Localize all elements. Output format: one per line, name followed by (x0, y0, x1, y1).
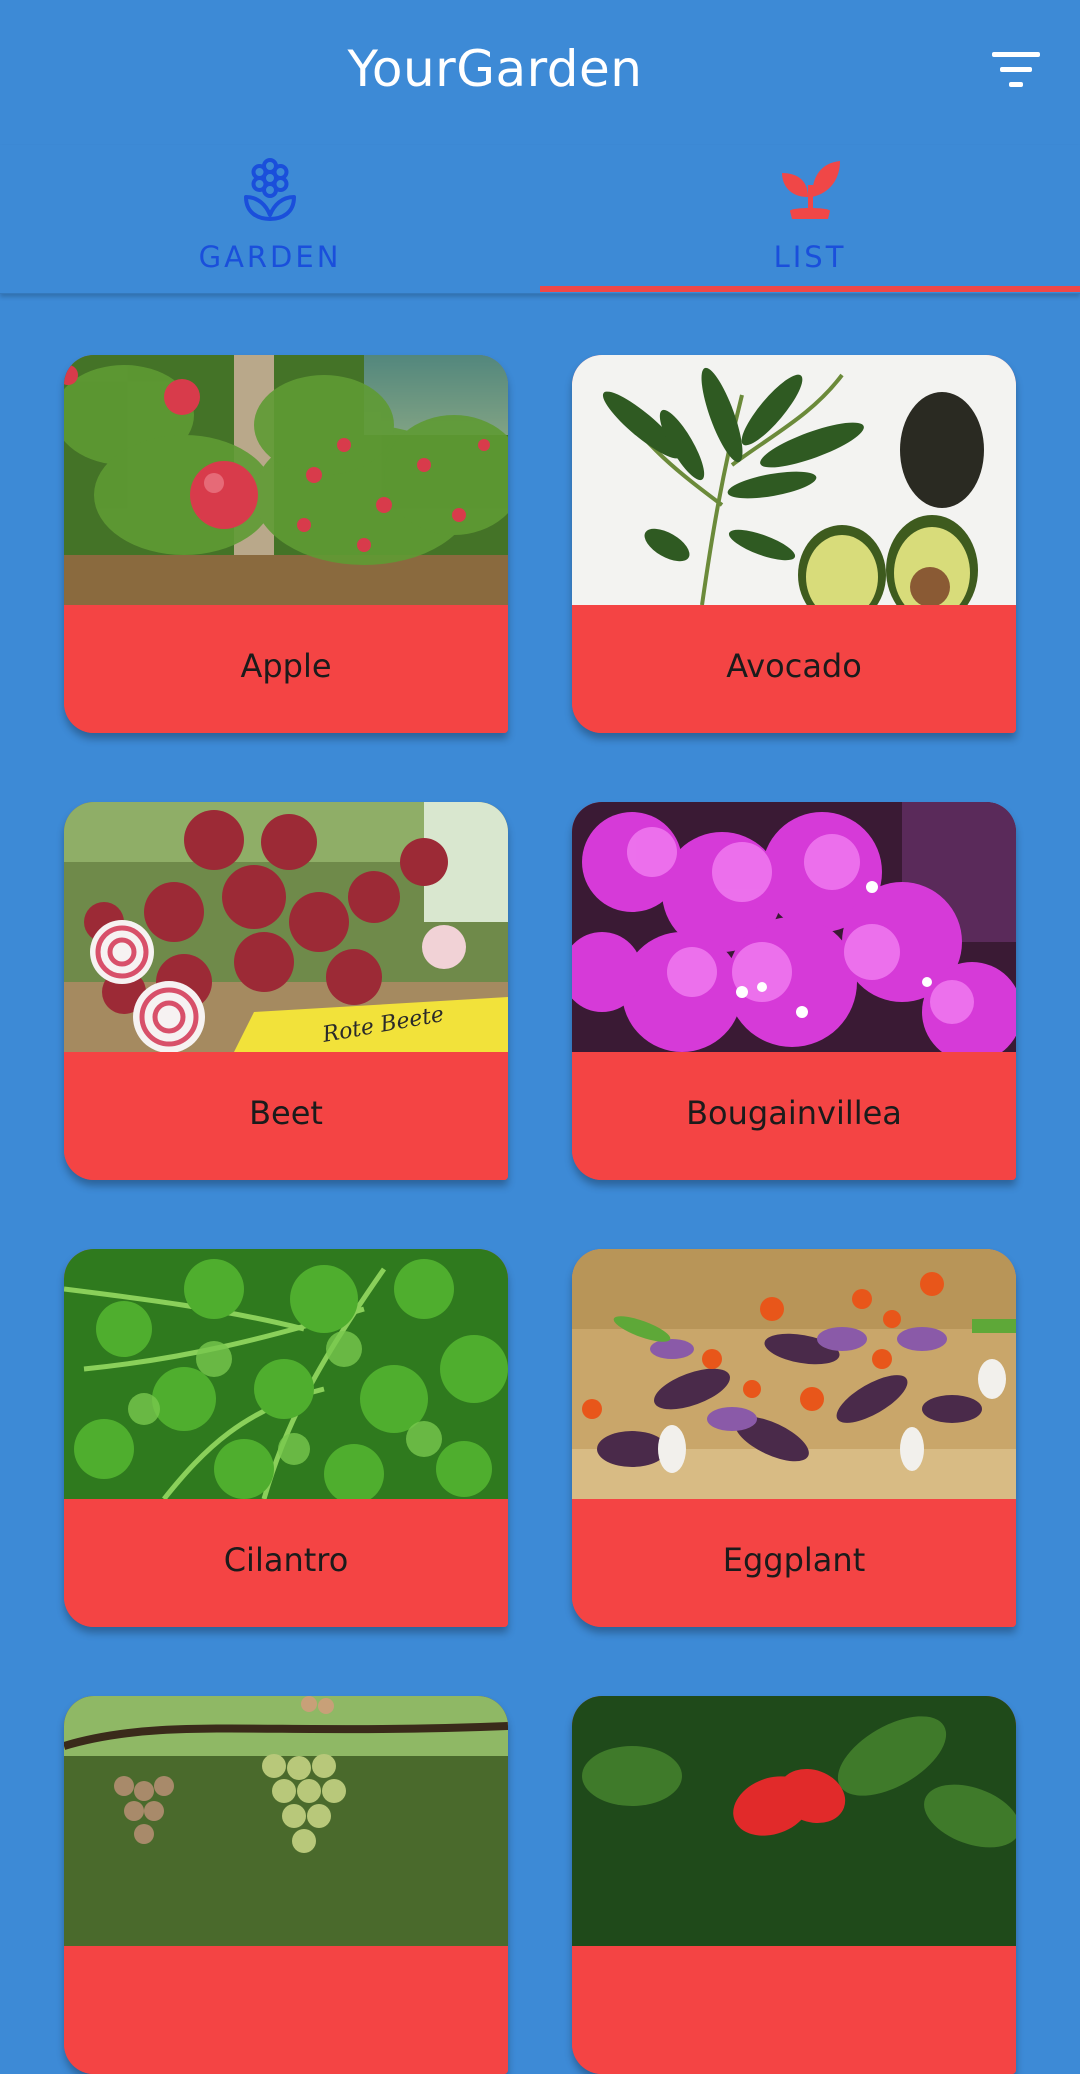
apple-orchard-photo (64, 355, 508, 605)
plant-card-hibiscus[interactable] (572, 1696, 1016, 2074)
hibiscus-photo (572, 1696, 1016, 1946)
plant-card-eggplant[interactable]: Eggplant (572, 1249, 1016, 1627)
plant-card-label-area: Avocado (572, 605, 1016, 733)
plant-card-bougainvillea[interactable]: Bougainvillea (572, 802, 1016, 1180)
plant-card-label-area (64, 1946, 508, 2074)
plant-card-label-area: Apple (64, 605, 508, 733)
plant-card-avocado[interactable]: Avocado (572, 355, 1016, 733)
sprout-icon (782, 161, 840, 219)
filter-button[interactable] (986, 44, 1046, 96)
avocado-photo (572, 355, 1016, 605)
app-bar: YourGarden (0, 0, 1080, 145)
plant-card-label: Eggplant (722, 1541, 866, 1579)
tab-list[interactable]: LIST (540, 145, 1080, 293)
eggplant-photo (572, 1249, 1016, 1499)
plant-card-cilantro[interactable]: Cilantro (64, 1249, 508, 1627)
tab-bar: GARDEN LIST (0, 145, 1080, 294)
plant-card-label-area: Cilantro (64, 1499, 508, 1627)
plant-card-label-area: Bougainvillea (572, 1052, 1016, 1180)
plant-card-grapes[interactable] (64, 1696, 508, 2074)
flower-icon (244, 158, 296, 221)
plant-card-label: Cilantro (223, 1541, 349, 1579)
plant-card-apple[interactable]: Apple (64, 355, 508, 733)
plant-card-beet[interactable]: Rote Beete Beet (64, 802, 508, 1180)
filter-icon (992, 52, 1040, 87)
bougainvillea-photo (572, 802, 1016, 1052)
grapes-photo (64, 1696, 508, 1946)
plant-card-label: Avocado (726, 647, 862, 685)
plant-card-label-area: Beet (64, 1052, 508, 1180)
app-title: YourGarden (347, 40, 643, 98)
plant-card-label: Beet (249, 1094, 323, 1132)
tab-garden-label: GARDEN (198, 240, 342, 274)
plant-card-label: Apple (240, 647, 332, 685)
tab-list-label: LIST (773, 240, 847, 274)
tab-garden[interactable]: GARDEN (0, 145, 540, 293)
cilantro-photo (64, 1249, 508, 1499)
plant-card-label-area (572, 1946, 1016, 2074)
beet-photo: Rote Beete (64, 802, 508, 1052)
selected-tab-indicator (540, 286, 1080, 292)
plant-card-label-area: Eggplant (572, 1499, 1016, 1627)
plant-card-label: Bougainvillea (686, 1094, 902, 1132)
